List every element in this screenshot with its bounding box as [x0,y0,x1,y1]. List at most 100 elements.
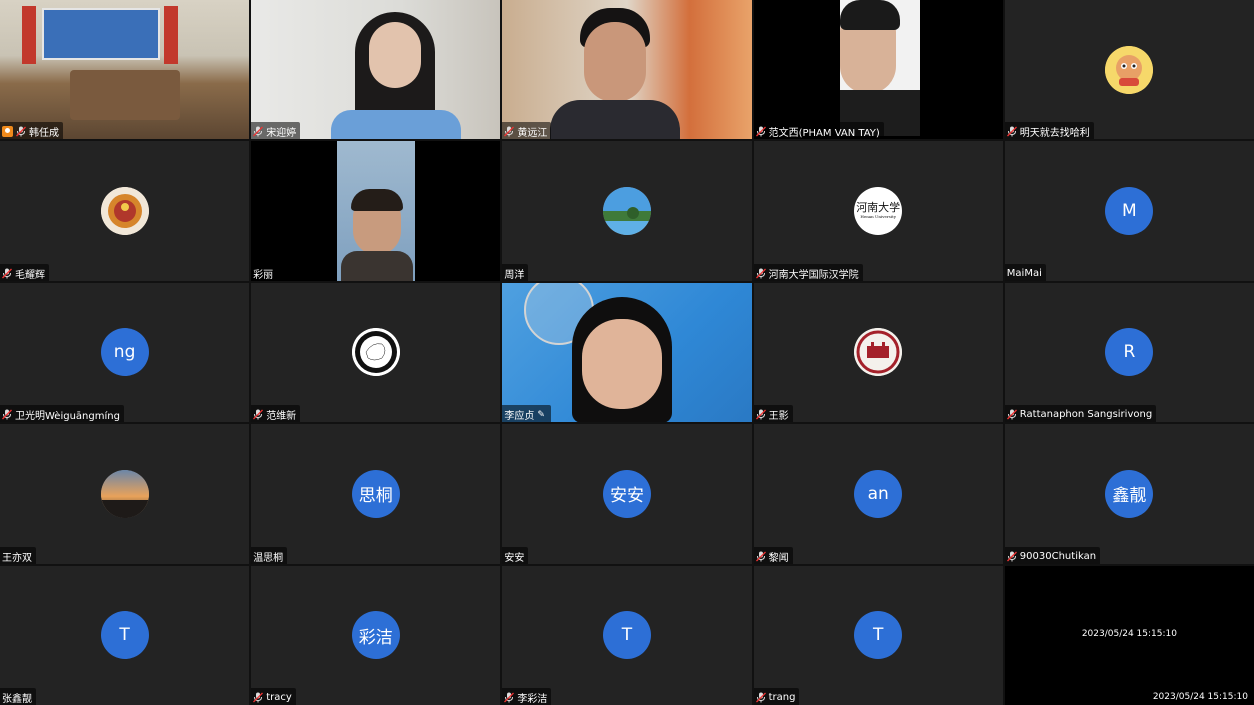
participant-tile[interactable]: R Rattanaphon Sangsirivong [1004,282,1254,423]
participant-tile[interactable]: 王亦双 [0,424,250,564]
mic-muted-icon [755,551,766,562]
participant-name: Rattanaphon Sangsirivong [1019,409,1153,421]
participant-nametag: 范文西(PHAM VAN TAY) [753,122,884,140]
participant-name: 周洋 [504,269,525,281]
participant-name: trang [768,691,796,703]
participant-tile[interactable]: 周洋 [502,141,752,281]
mic-muted-icon [253,409,264,420]
participant-name: 李应贞 [504,411,535,423]
participant-nametag: 河南大学国际汉学院 [753,263,863,281]
participant-tile[interactable]: 范维新 [251,282,501,423]
initials-avatar: 思桐 [351,469,400,518]
participant-name: 90030Chutikan [1019,550,1097,562]
participant-tile[interactable]: Ttrang [753,565,1003,705]
participant-nametag: 李彩洁 [502,687,552,705]
participant-tile[interactable]: 毛耀辉 [0,141,250,281]
participant-nametag: 王亦双 [0,546,36,564]
gallery-view-grid: 韩任成 宋迎婷 黄远江 范文西(PHAM VAN TAY) 明天就去找哈利毛耀辉 彩丽 周洋… [0,0,1254,705]
participant-nametag: 王影 [753,405,793,423]
participant-nametag: 范维新 [251,405,301,423]
pencil-icon[interactable]: ✎ [537,410,547,420]
participant-name: 王亦双 [2,552,32,564]
participant-name: 卫光明Wèiguāngmíng [15,411,120,423]
participant-nametag: 李应贞 ✎ [502,405,552,423]
participant-nametag: 韩任成 [0,122,63,140]
timestamp-corner: 2023/05/24 15:15:10 [1152,691,1248,702]
mic-muted-icon [504,692,515,703]
logo-subtext: Henan University [860,214,896,220]
participant-name: 黄远江 [517,128,548,140]
mic-muted-icon [2,409,12,420]
participant-nametag: tracy [251,687,296,705]
participant-nametag: 周洋 [502,263,529,281]
mic-muted-icon [755,126,766,137]
initials-avatar: an [854,469,903,518]
landscape-photo-icon [602,187,651,236]
participant-name: tracy [266,691,292,703]
mic-muted-icon [755,268,766,279]
participant-tile[interactable]: ng 卫光明Wèiguāngmíng [0,282,250,423]
participant-nametag: 卫光明Wèiguāngmíng [0,405,124,423]
participant-tile[interactable]: 河南大学 Henan University 河南大学国际汉学院 [753,141,1003,281]
mic-muted-icon [1006,409,1017,420]
participant-nametag: trang [753,687,800,705]
initials-avatar: M [1105,187,1154,236]
participant-tile[interactable]: 范文西(PHAM VAN TAY) [753,0,1003,140]
participant-name: 李彩洁 [517,693,548,705]
participant-nametag: 张鑫靓 [0,687,36,705]
participant-tile[interactable]: T 李彩洁 [502,565,752,705]
participant-nametag: 明天就去找哈利 [1004,122,1094,140]
participant-tile[interactable]: 鑫靓 90030Chutikan [1004,424,1254,564]
participant-name: 安安 [504,552,525,564]
participant-tile[interactable]: 李应贞 ✎ [502,282,752,423]
mic-muted-icon [755,692,766,703]
mic-muted-icon [253,692,264,703]
initials-avatar: 鑫靓 [1105,469,1154,518]
sunset-photo-icon [100,469,149,518]
logo-text: 河南大学 [856,201,901,215]
initials-avatar: R [1105,328,1154,377]
participant-name: 毛耀辉 [15,269,45,281]
participant-tile[interactable]: 宋迎婷 [251,0,501,140]
participant-name: 温思桐 [253,552,284,564]
participant-nametag: 宋迎婷 [251,122,301,140]
red-seal-icon [854,328,903,377]
mic-muted-icon [504,126,515,137]
ornament-icon [100,187,149,236]
participant-tile[interactable]: an 黎闻 [753,424,1003,564]
initials-avatar: T [854,611,903,660]
ink-circle-icon [351,328,400,377]
participant-tile[interactable]: 明天就去找哈利 [1004,0,1254,140]
participant-tile[interactable]: T 张鑫靓 [0,565,250,705]
participant-name: 黎闻 [768,552,789,564]
mic-muted-icon [253,126,264,137]
university-logo-icon: 河南大学 Henan University [854,187,903,236]
initials-avatar: T [100,611,149,660]
participant-tile[interactable]: M MaiMai [1004,141,1254,281]
participant-tile[interactable]: 2023/05/24 15:15:10 2023/05/24 15:15:10 [1004,565,1254,705]
initials-avatar: T [602,611,651,660]
participant-tile[interactable]: 安安 安安 [502,424,752,564]
cartoon-monkey-icon [1105,45,1154,94]
participant-nametag: 90030Chutikan [1004,546,1101,564]
participant-tile[interactable]: 彩丽 [251,141,501,281]
participant-name: 范文西(PHAM VAN TAY) [768,128,880,140]
mic-muted-icon [755,409,766,420]
participant-tile[interactable]: 思桐温思桐 [251,424,501,564]
initials-avatar: 彩洁 [351,611,400,660]
participant-name: MaiMai [1006,267,1042,279]
participant-tile[interactable]: 王影 [753,282,1003,423]
participant-name: 韩任成 [29,128,59,140]
participant-nametag: 温思桐 [251,546,288,564]
participant-name: 明天就去找哈利 [1019,128,1090,140]
participant-name: 彩丽 [253,269,274,281]
initials-avatar: ng [100,328,149,377]
participant-nametag: MaiMai [1004,263,1046,281]
mic-muted-icon [1006,126,1017,137]
participant-nametag: 安安 [502,546,529,564]
participant-name: 范维新 [266,411,297,423]
initials-avatar: 安安 [602,469,651,518]
participant-tile[interactable]: 韩任成 [0,0,250,140]
participant-tile[interactable]: 彩洁 tracy [251,565,501,705]
participant-tile[interactable]: 黄远江 [502,0,752,140]
